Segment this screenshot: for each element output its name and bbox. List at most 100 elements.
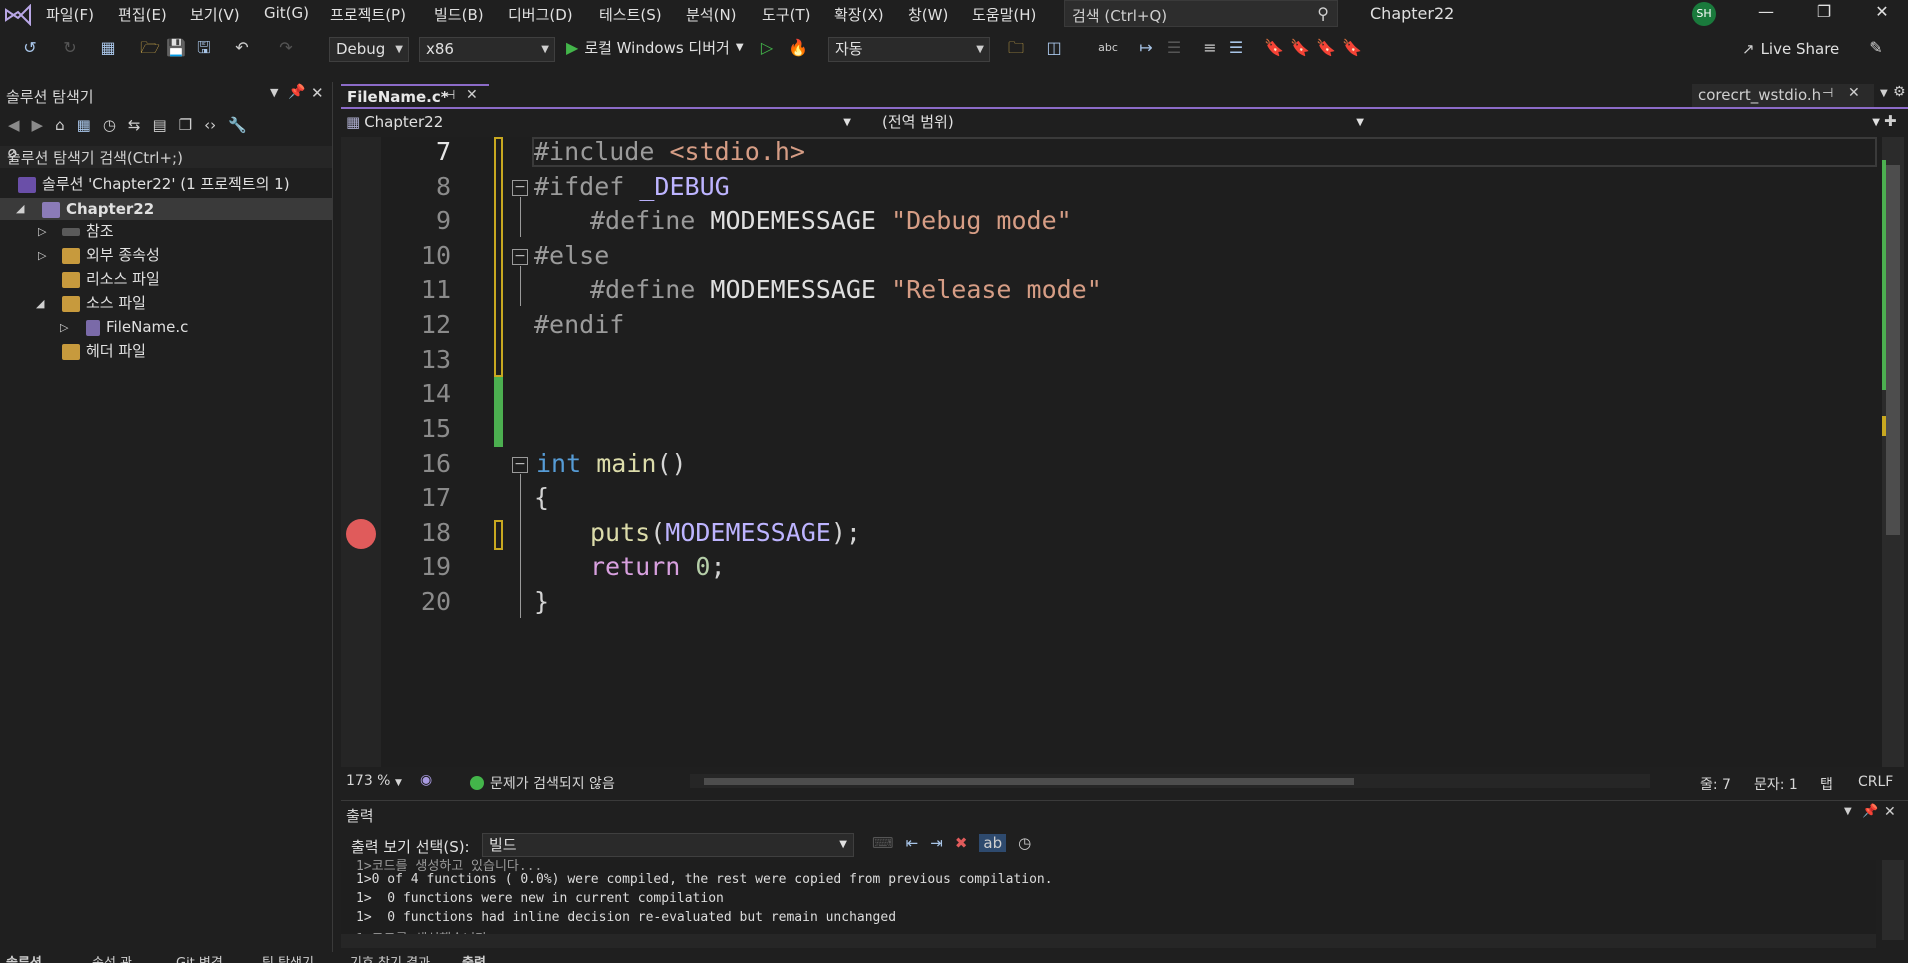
collapse-arrow-icon[interactable]: ◢ bbox=[36, 297, 44, 310]
tab-output[interactable]: 출력 bbox=[462, 952, 486, 963]
switch-view-icon[interactable]: ▦ bbox=[77, 116, 91, 134]
nav-project-select[interactable]: ▦ Chapter22 ▼ bbox=[346, 111, 851, 134]
collapse-icon[interactable]: ▤ bbox=[152, 116, 166, 134]
prev-message-icon[interactable]: ⇤ bbox=[906, 834, 919, 852]
new-project-icon[interactable]: ▦ bbox=[98, 38, 118, 58]
bookmark-next-icon[interactable]: 🔖 bbox=[1316, 38, 1336, 58]
visual-studio-logo-icon[interactable] bbox=[4, 3, 32, 27]
save-icon[interactable]: 💾 bbox=[166, 38, 186, 58]
step-icon[interactable]: ↦ bbox=[1136, 38, 1156, 58]
live-share-button[interactable]: ↗ Live Share bbox=[1742, 40, 1839, 58]
eol-indicator[interactable]: CRLF bbox=[1858, 774, 1893, 790]
menu-project[interactable]: 프로젝트(P) bbox=[330, 4, 406, 25]
wrench-icon[interactable]: 🔧 bbox=[228, 116, 247, 134]
back-icon[interactable]: ↺ bbox=[20, 38, 40, 58]
open-folder-icon[interactable]: 🗁 bbox=[140, 38, 160, 58]
search-box[interactable]: 검색 (Ctrl+Q) ⚲ bbox=[1064, 0, 1338, 27]
tree-item-source-files[interactable]: 소스 파일 bbox=[62, 292, 146, 314]
comment-icon[interactable]: ☰ bbox=[1226, 38, 1246, 58]
tab-corecrt-wstdio[interactable]: corecrt_wstdio.h ⊣ ✕ bbox=[1692, 84, 1874, 108]
tree-solution[interactable]: 솔루션 'Chapter22' (1 프로젝트의 1) bbox=[18, 173, 290, 195]
tree-item-resource-files[interactable]: 리소스 파일 bbox=[62, 268, 160, 290]
issues-indicator[interactable]: 문제가 검색되지 않음 bbox=[470, 773, 615, 793]
clock-icon[interactable]: ◷ bbox=[1018, 834, 1031, 852]
tab-git-changes[interactable]: Git 변경... bbox=[176, 952, 235, 963]
bookmark-clear-icon[interactable]: 🔖 bbox=[1342, 38, 1362, 58]
tab-filename-c[interactable]: FileName.c* ⊣ ✕ bbox=[341, 84, 489, 108]
tree-item-external-deps[interactable]: 외부 종속성 bbox=[62, 244, 160, 266]
start-debug-button[interactable]: ▶ 로컬 Windows 디버거 ▼ bbox=[566, 37, 744, 58]
close-icon[interactable]: ✕ bbox=[1862, 2, 1902, 26]
pin-icon[interactable]: 📌 bbox=[1862, 804, 1878, 819]
menu-test[interactable]: 테스트(S) bbox=[599, 4, 662, 25]
forward-icon[interactable]: ↻ bbox=[60, 38, 80, 58]
output-vertical-scrollbar[interactable] bbox=[1882, 860, 1904, 940]
feedback-icon[interactable]: ✎ bbox=[1866, 38, 1886, 58]
fold-toggle-icon[interactable]: − bbox=[512, 457, 528, 473]
redo-icon[interactable]: ↷ bbox=[276, 38, 296, 58]
column-indicator[interactable]: 문자: 1 bbox=[1754, 774, 1798, 794]
expand-arrow-icon[interactable]: ▷ bbox=[38, 225, 46, 238]
hot-reload-icon[interactable]: 🔥 bbox=[788, 38, 808, 58]
auto-select[interactable]: 자동 ▼ bbox=[828, 37, 990, 62]
tree-item-filename-c[interactable]: FileName.c bbox=[86, 316, 188, 338]
menu-edit[interactable]: 편집(E) bbox=[118, 4, 167, 25]
menu-analyze[interactable]: 분석(N) bbox=[686, 4, 737, 25]
scrollbar-thumb[interactable] bbox=[1886, 165, 1900, 535]
forward-icon[interactable]: ▶ bbox=[32, 116, 44, 134]
clear-all-icon[interactable]: ✖ bbox=[955, 834, 968, 852]
history-icon[interactable]: ◷ bbox=[103, 116, 116, 134]
chevron-down-icon[interactable]: ▼ bbox=[1880, 88, 1888, 99]
fold-toggle-icon[interactable]: − bbox=[512, 249, 528, 265]
folder-icon[interactable]: 🗀 bbox=[1006, 38, 1026, 58]
chevron-down-icon[interactable]: ▼ bbox=[1844, 806, 1852, 817]
nav-member-select[interactable]: ▼ bbox=[1372, 111, 1880, 134]
avatar[interactable]: SH bbox=[1692, 2, 1716, 26]
solution-search-input[interactable]: 솔루션 탐색기 검색(Ctrl+;) ⚲ bbox=[0, 146, 332, 168]
chevron-down-icon[interactable]: ▼ bbox=[270, 86, 278, 99]
config-select[interactable]: Debug ▼ bbox=[329, 37, 409, 62]
scrollbar-thumb[interactable] bbox=[704, 778, 1354, 785]
expand-arrow-icon[interactable]: ▷ bbox=[38, 249, 46, 262]
code-icon[interactable]: ‹› bbox=[204, 116, 216, 134]
zoom-select[interactable]: 173 % ▼ bbox=[346, 773, 402, 789]
spellcheck-icon[interactable]: abc bbox=[1098, 38, 1118, 58]
pin-icon[interactable]: 📌 bbox=[288, 84, 305, 100]
pin-icon[interactable]: ⊣ bbox=[444, 88, 455, 103]
step-disabled-icon[interactable]: ☰ bbox=[1164, 38, 1184, 58]
copy-icon[interactable]: ❐ bbox=[179, 116, 192, 134]
tab-properties[interactable]: 속성 관... bbox=[92, 952, 144, 963]
tree-item-header-files[interactable]: 헤더 파일 bbox=[62, 340, 146, 362]
tab-find-symbol-results[interactable]: 기호 찾기 결과 bbox=[350, 952, 430, 963]
tree-project-chapter22[interactable]: ◢ Chapter22 bbox=[0, 198, 333, 220]
intellicode-icon[interactable]: ◉ bbox=[420, 772, 432, 788]
minimize-icon[interactable]: — bbox=[1746, 2, 1786, 26]
start-without-debug-icon[interactable]: ▷ bbox=[757, 38, 777, 58]
fold-toggle-icon[interactable]: − bbox=[512, 180, 528, 196]
menu-debug[interactable]: 디버그(D) bbox=[508, 4, 573, 25]
collapse-arrow-icon[interactable]: ◢ bbox=[16, 198, 24, 220]
tab-solution-explorer[interactable]: 솔루션... bbox=[6, 952, 57, 963]
gear-icon[interactable]: ⚙ bbox=[1893, 84, 1906, 100]
close-panel-icon[interactable]: ✕ bbox=[1884, 804, 1896, 820]
menu-git[interactable]: Git(G) bbox=[264, 4, 309, 22]
indent-icon[interactable]: ≡ bbox=[1200, 38, 1220, 58]
menu-view[interactable]: 보기(V) bbox=[190, 4, 240, 25]
close-panel-icon[interactable]: ✕ bbox=[311, 84, 324, 102]
pin-icon[interactable]: ⊣ bbox=[1822, 86, 1833, 101]
expand-arrow-icon[interactable]: ▷ bbox=[60, 321, 68, 334]
platform-select[interactable]: x86 ▼ bbox=[419, 37, 555, 62]
menu-tools[interactable]: 도구(T) bbox=[762, 4, 810, 25]
breakpoint-icon[interactable] bbox=[346, 519, 376, 549]
line-indicator[interactable]: 줄: 7 bbox=[1700, 774, 1731, 794]
menu-help[interactable]: 도움말(H) bbox=[972, 4, 1036, 25]
bookmark-prev-icon[interactable]: 🔖 bbox=[1290, 38, 1310, 58]
save-all-icon[interactable]: 🖫 bbox=[194, 38, 214, 58]
close-tab-icon[interactable]: ✕ bbox=[1848, 85, 1860, 101]
home-icon[interactable]: ⌂ bbox=[55, 116, 65, 134]
tab-indicator[interactable]: 탭 bbox=[1820, 774, 1833, 794]
back-icon[interactable]: ◀ bbox=[8, 116, 20, 134]
output-horizontal-scrollbar[interactable] bbox=[341, 934, 1876, 948]
restore-icon[interactable]: ❐ bbox=[1804, 2, 1844, 26]
output-source-select[interactable]: 빌드 ▼ bbox=[482, 833, 854, 857]
